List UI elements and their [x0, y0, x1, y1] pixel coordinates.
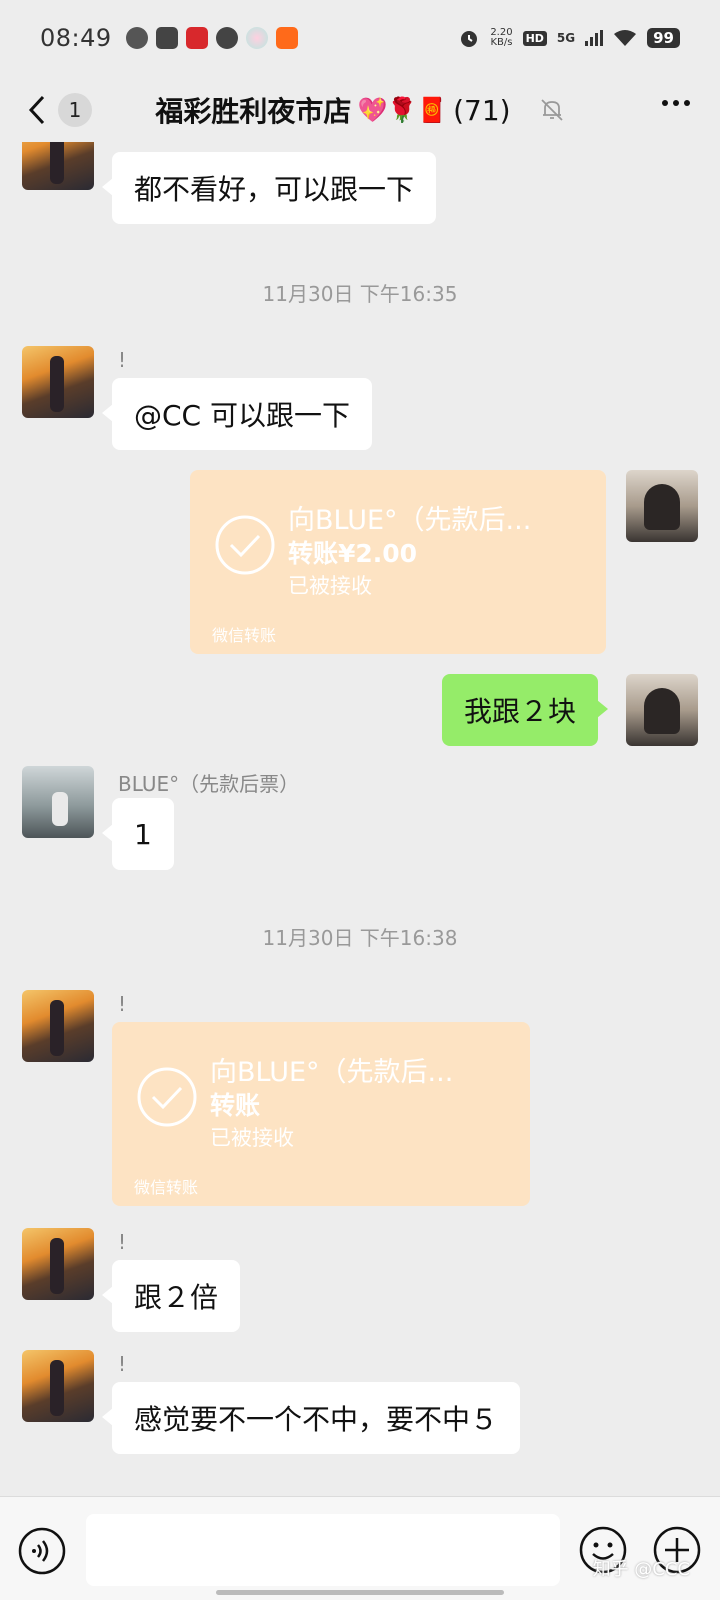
- message-bubble[interactable]: 跟２倍: [101, 1260, 241, 1332]
- timestamp: 11月30日 下午16:38: [262, 926, 458, 950]
- message-bubble[interactable]: @CC 可以跟一下: [101, 378, 373, 450]
- link-app-icon: [215, 27, 238, 49]
- group-name: 福彩胜利夜市店: [155, 95, 352, 128]
- transfer-card[interactable]: 向BLUE°（先款后... 转账¥2.00 已被接收 微信转账: [190, 470, 606, 654]
- wifi-icon: [614, 30, 637, 46]
- chat-message-list[interactable]: 都不看好，可以跟一下 11月30日 下午16:35 ! @CC 可以跟一下 向B…: [0, 142, 720, 1496]
- avatar[interactable]: [626, 470, 698, 542]
- sender-name: !: [118, 348, 127, 372]
- net-rate: 2.20 KB/s: [490, 27, 513, 48]
- message-text: 1: [134, 817, 152, 851]
- check-circle-icon: [137, 1067, 197, 1127]
- battery-indicator: 99: [647, 28, 680, 48]
- wechat-icon: [125, 27, 148, 49]
- alarm-icon: [461, 31, 478, 47]
- voice-input-button[interactable]: [18, 1527, 66, 1575]
- message-input[interactable]: [86, 1514, 560, 1586]
- chat-header: 1 福彩胜利夜市店 💖🌹🧧 (71): [0, 76, 720, 142]
- message-text: 感觉要不一个不中，要不中５: [134, 1403, 499, 1436]
- transfer-recipient: 向BLUE°（先款后...: [210, 1057, 454, 1088]
- message-bubble[interactable]: 我跟２块: [442, 674, 609, 746]
- chat-title: 福彩胜利夜市店 💖🌹🧧 (71): [0, 90, 720, 130]
- home-indicator[interactable]: [216, 1590, 504, 1595]
- avatar[interactable]: [22, 346, 94, 418]
- notification-icons: [125, 27, 298, 49]
- transfer-status: 已被接收: [210, 1126, 294, 1150]
- sender-name: BLUE°（先款后票）: [118, 772, 300, 796]
- message-text: 我跟２块: [464, 695, 577, 728]
- watermark: 知乎 @CCC: [592, 1559, 690, 1580]
- avatar[interactable]: [626, 674, 698, 746]
- pink-app-icon: [245, 27, 268, 49]
- status-bar: 08:49 2.20 KB/s HD 5G 99: [0, 0, 720, 76]
- transfer-status: 已被接收: [288, 574, 372, 598]
- orange-app-icon: [275, 27, 298, 49]
- sender-name: !: [118, 992, 127, 1016]
- message-bubble[interactable]: 都不看好，可以跟一下: [101, 152, 437, 224]
- input-bar: 知乎 @CCC: [0, 1496, 720, 1600]
- message-bubble[interactable]: 感觉要不一个不中，要不中５: [101, 1382, 521, 1454]
- transfer-amount: 转账¥2.00: [288, 539, 418, 568]
- transfer-footer: 微信转账: [212, 626, 277, 645]
- message-bubble[interactable]: 1: [102, 798, 174, 870]
- red-app-icon: [185, 27, 208, 49]
- message-text: @CC 可以跟一下: [134, 399, 351, 432]
- transfer-amount: 转账: [210, 1091, 261, 1120]
- timestamp: 11月30日 下午16:35: [262, 282, 458, 306]
- avatar[interactable]: [22, 1228, 94, 1300]
- avatar[interactable]: [22, 142, 94, 190]
- avatar[interactable]: [22, 990, 94, 1062]
- mute-bell-icon: [540, 99, 563, 121]
- message-text: 跟２倍: [134, 1281, 219, 1314]
- signal-5g: 5G: [556, 31, 576, 45]
- avatar[interactable]: [22, 766, 94, 838]
- sender-name: !: [118, 1352, 127, 1376]
- transfer-card[interactable]: 向BLUE°（先款后... 转账 已被接收 微信转账: [112, 1022, 530, 1206]
- telegram-icon: [155, 27, 178, 49]
- transfer-footer: 微信转账: [134, 1178, 199, 1197]
- signal-bars-icon: [585, 30, 604, 46]
- member-count: (71): [453, 93, 511, 127]
- more-options-button[interactable]: [662, 100, 690, 106]
- sender-name: !: [118, 1230, 127, 1254]
- check-circle-icon: [215, 515, 275, 575]
- avatar[interactable]: [22, 1350, 94, 1422]
- status-time: 08:49: [40, 24, 112, 52]
- title-emojis: 💖🌹🧧: [357, 96, 448, 124]
- transfer-recipient: 向BLUE°（先款后...: [288, 505, 532, 536]
- message-text: 都不看好，可以跟一下: [134, 173, 415, 206]
- status-right: 2.20 KB/s HD 5G 99: [458, 27, 680, 49]
- hd-badge: HD: [522, 30, 547, 46]
